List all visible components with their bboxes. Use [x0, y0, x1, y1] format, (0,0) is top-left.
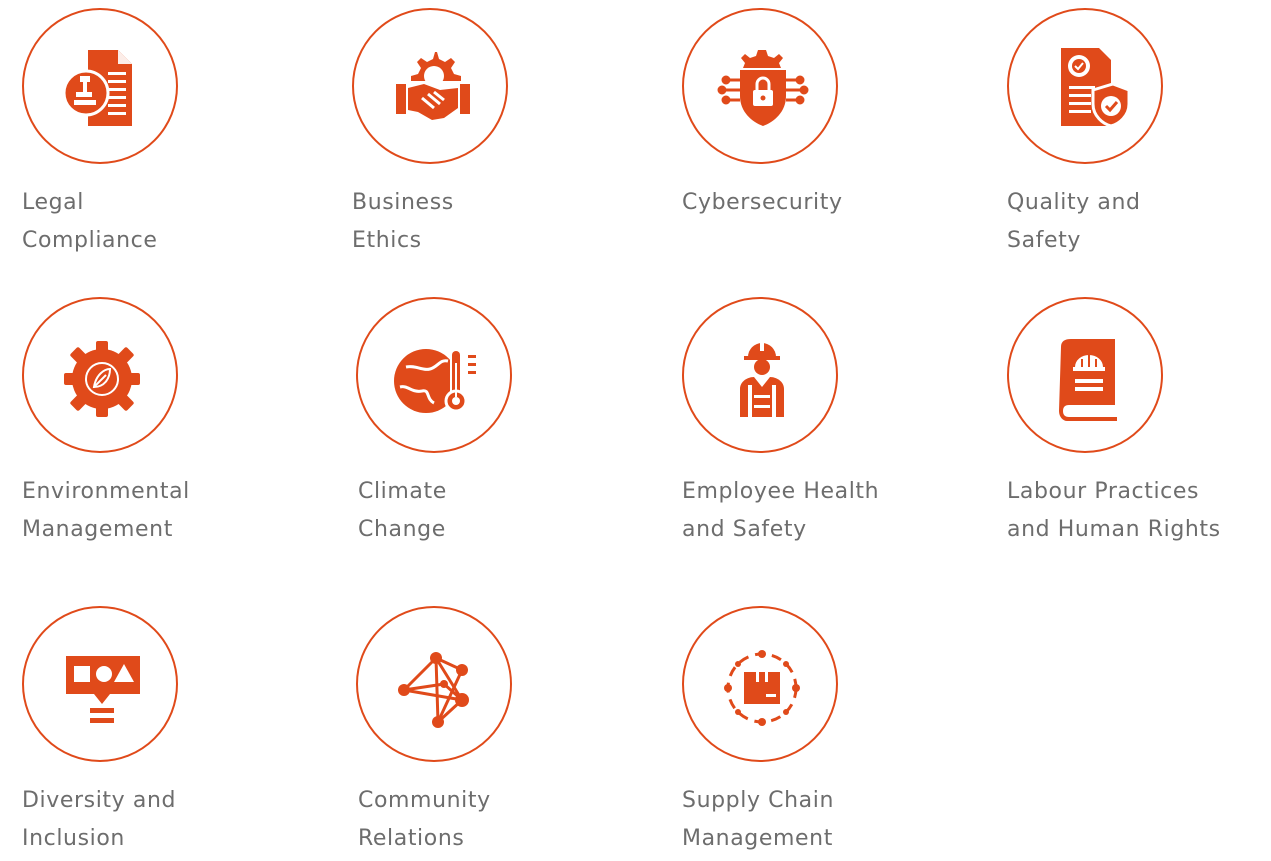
network-nodes-icon [386, 636, 486, 736]
legal-document-gavel-icon [52, 38, 152, 138]
icon-circle [356, 297, 512, 453]
icon-circle [682, 606, 838, 762]
handshake-gear-icon [382, 38, 482, 138]
icon-circle [682, 297, 838, 453]
topics-grid: Legal Compliance Business Ethics Cyberse… [0, 0, 1271, 861]
topic-label: Labour Practices and Human Rights [1007, 479, 1221, 542]
icon-circle [1007, 297, 1163, 453]
shapes-speech-bubble-icon [52, 636, 152, 736]
topic-label: Climate Change [358, 479, 447, 542]
worker-hardhat-vest-icon [712, 327, 812, 427]
topic-label: Diversity and Inclusion [22, 788, 177, 851]
package-cycle-icon [712, 636, 812, 736]
topic-label: Community Relations [358, 788, 491, 851]
icon-circle [22, 606, 178, 762]
topic-label: Environmental Management [22, 479, 190, 542]
icon-circle [22, 8, 178, 164]
globe-thermometer-icon [386, 327, 486, 427]
topic-label: Supply Chain Management [682, 788, 835, 851]
topic-label: Employee Health and Safety [682, 479, 880, 542]
icon-circle [352, 8, 508, 164]
gear-leaf-icon [52, 327, 152, 427]
topic-label: Quality and Safety [1007, 190, 1141, 253]
icon-circle [356, 606, 512, 762]
icon-circle [682, 8, 838, 164]
shield-lock-circuit-icon [712, 38, 812, 138]
icon-circle [22, 297, 178, 453]
certificate-shield-check-icon [1037, 38, 1137, 138]
icon-circle [1007, 8, 1163, 164]
book-hardhat-icon [1037, 327, 1137, 427]
topic-label: Business Ethics [352, 190, 454, 253]
topic-label: Legal Compliance [22, 190, 158, 253]
topic-label: Cybersecurity [682, 190, 843, 215]
